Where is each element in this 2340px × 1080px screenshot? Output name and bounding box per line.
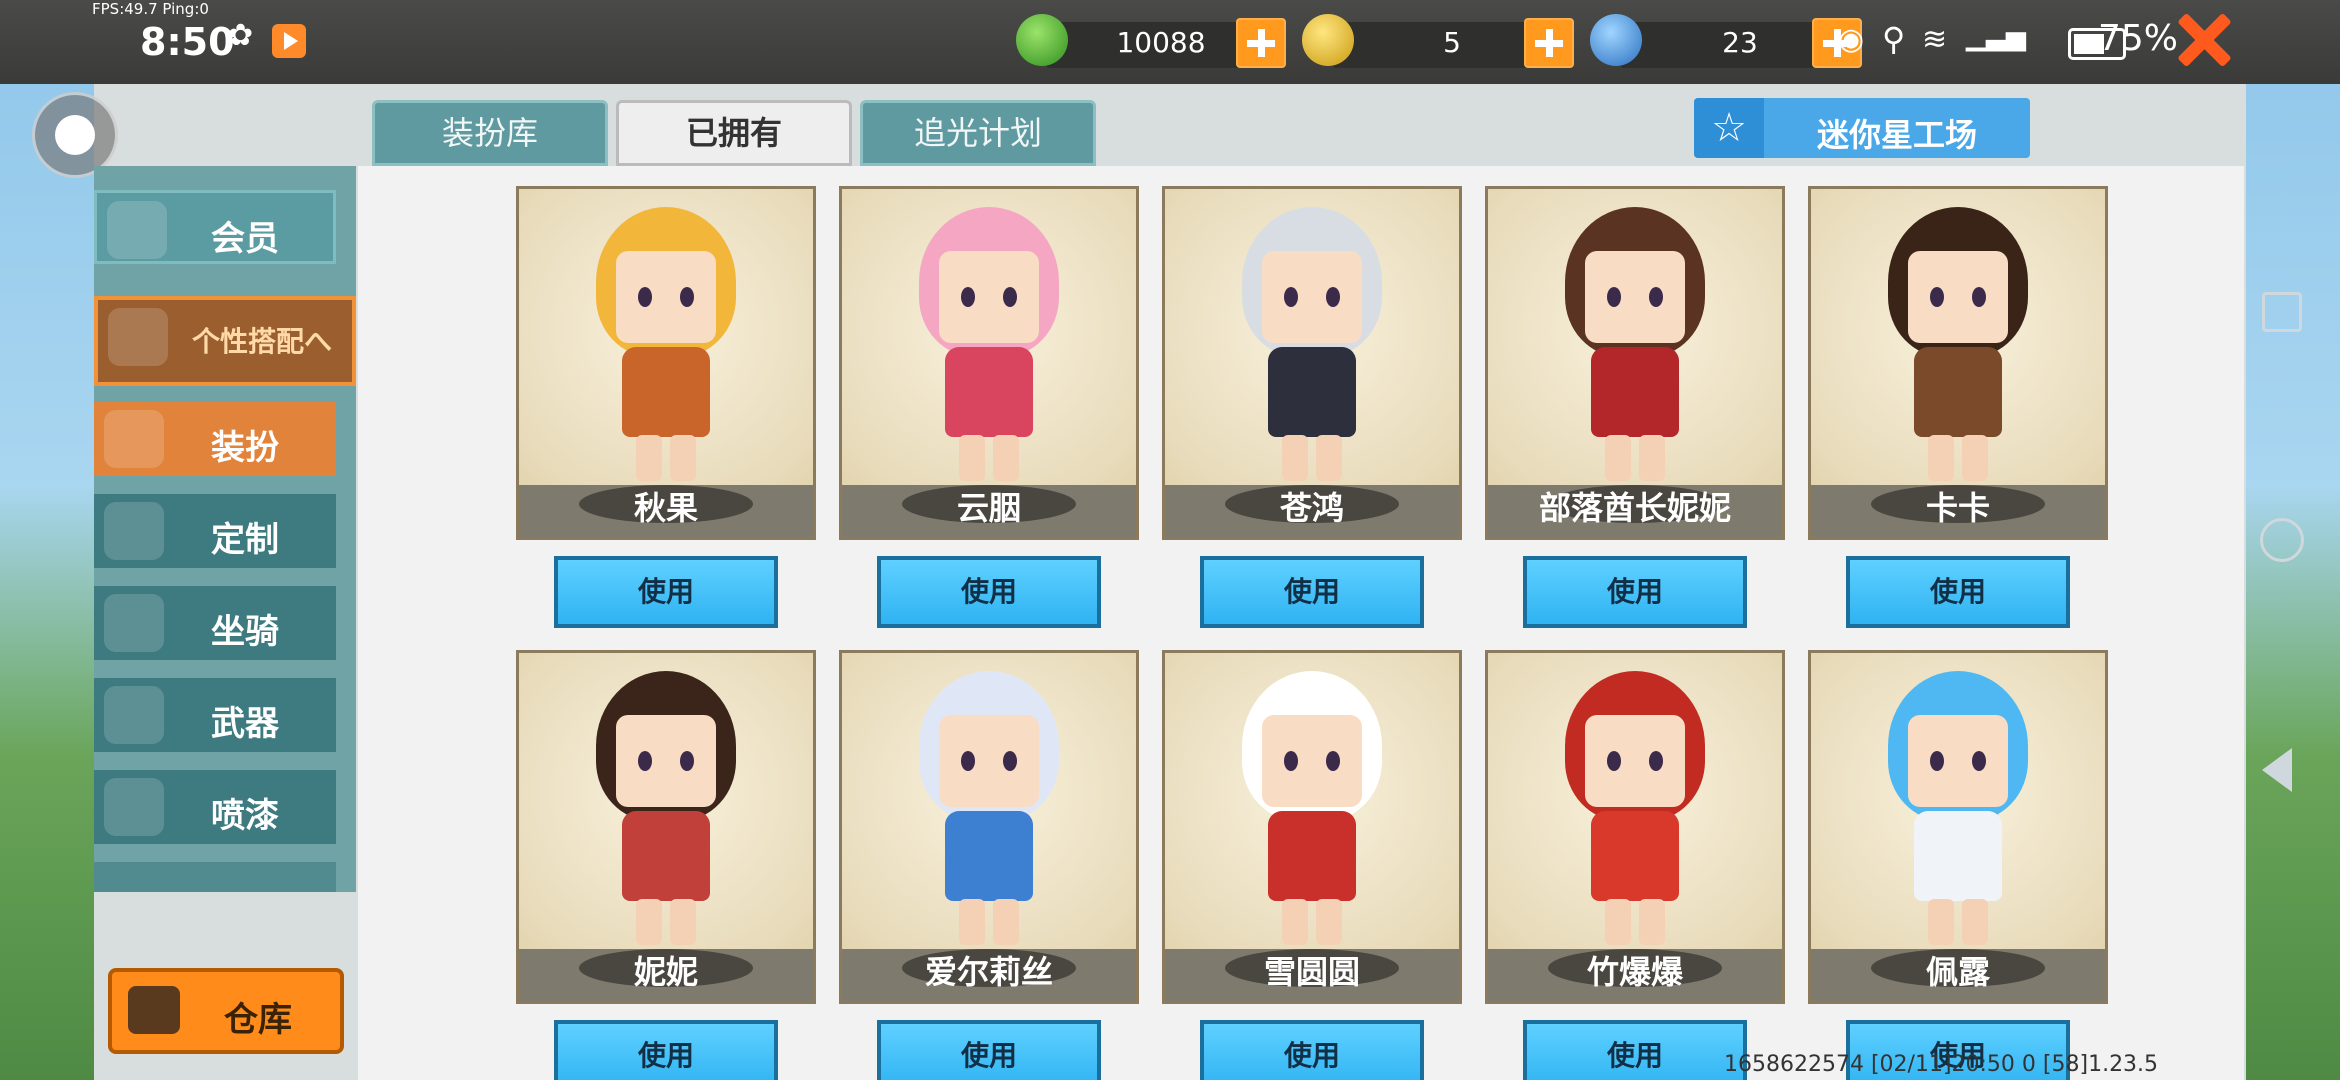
skin-name: 苍鸿 — [1279, 489, 1344, 527]
skin-card[interactable]: 苍鸿 — [1162, 186, 1462, 540]
use-skin-button[interactable]: 使用 — [1523, 556, 1747, 628]
battery-percent: 75% — [2098, 18, 2179, 59]
point-count: 23 — [1722, 26, 1758, 59]
star-icon: ☆ — [1694, 98, 1764, 158]
skin-card[interactable]: 部落酋长妮妮 — [1485, 186, 1785, 540]
skin-name: 卡卡 — [1925, 489, 1990, 527]
video-app-icon — [272, 24, 306, 58]
skin-name: 妮妮 — [633, 953, 698, 991]
skin-figure — [1535, 207, 1735, 487]
recent-apps-icon[interactable] — [2262, 292, 2302, 332]
point-icon — [1590, 14, 1642, 66]
tab-wardrobe-library[interactable]: 装扮库 — [372, 100, 608, 166]
sidebar-item-personal-style[interactable]: 个性搭配へ — [94, 296, 356, 386]
use-skin-button[interactable]: 使用 — [1200, 1020, 1424, 1080]
sidebar-item-weapon[interactable]: 武器 — [94, 678, 336, 752]
mini-star-workshop-button[interactable]: ☆ 迷你星工场 — [1694, 98, 2030, 158]
bean-icon — [1016, 14, 1068, 66]
bean-count: 10088 — [1116, 26, 1206, 59]
skin-name: 佩露 — [1925, 953, 1990, 991]
sidebar-item-mount[interactable]: 坐骑 — [94, 586, 336, 660]
coin-icon — [1302, 14, 1354, 66]
tab-owned[interactable]: 已拥有 — [616, 100, 852, 166]
skin-figure — [566, 207, 766, 487]
sidebar-item-custom[interactable]: 定制 — [94, 494, 336, 568]
skin-figure — [889, 207, 1089, 487]
build-info: 1658622574 [02/11]20:50 0 [58]1.23.5 — [1724, 1052, 2159, 1077]
skin-figure — [1212, 207, 1412, 487]
skin-card[interactable]: 雪圆圆 — [1162, 650, 1462, 1004]
close-icon[interactable] — [2174, 10, 2234, 70]
currency-point: 23 — [1590, 14, 1862, 68]
fps-readout: FPS:49.7 Ping:0 — [92, 0, 209, 18]
skin-card[interactable]: 竹爆爆 — [1485, 650, 1785, 1004]
location-icon: ⚲ — [1882, 20, 1906, 58]
currency-bean: 10088 — [1016, 14, 1286, 68]
currency-coin: 5 — [1302, 14, 1574, 68]
skin-figure — [889, 671, 1089, 951]
coin-count: 5 — [1443, 26, 1461, 59]
use-skin-button[interactable]: 使用 — [877, 1020, 1101, 1080]
eye-icon: ◉ — [1838, 22, 1865, 57]
use-skin-button[interactable]: 使用 — [1846, 556, 2070, 628]
sidebar-item-outfit[interactable]: 装扮 — [94, 402, 336, 476]
back-icon[interactable] — [2262, 748, 2292, 792]
sidebar-item-vip[interactable]: 会员 — [94, 190, 336, 264]
wechat-icon: ✿ — [228, 18, 254, 53]
sidebar-item-spray[interactable]: 喷漆 — [94, 770, 336, 844]
sidebar: 会员 个性搭配へ 装扮 定制 坐骑 武器 喷漆 — [94, 166, 356, 892]
skin-name: 雪圆圆 — [1263, 953, 1360, 991]
workshop-label: 迷你星工场 — [1816, 116, 1977, 154]
skin-name: 部落酋长妮妮 — [1538, 489, 1731, 527]
skin-figure — [1858, 207, 2058, 487]
skin-figure — [1535, 671, 1735, 951]
skin-card[interactable]: 佩露 — [1808, 650, 2108, 1004]
skin-card[interactable]: 爱尔莉丝 — [839, 650, 1139, 1004]
add-coin-button[interactable] — [1524, 18, 1574, 68]
sidebar-item-more[interactable] — [94, 862, 336, 892]
skin-name: 秋果 — [633, 489, 698, 527]
skin-card[interactable]: 妮妮 — [516, 650, 816, 1004]
use-skin-button[interactable]: 使用 — [877, 556, 1101, 628]
status-bar: FPS:49.7 Ping:0 8:50 ✿ 10088 5 23 ◉ ⚲ ≋ … — [0, 0, 2340, 84]
use-skin-button[interactable]: 使用 — [1523, 1020, 1747, 1080]
skin-figure — [1858, 671, 2058, 951]
skin-name: 云胭 — [956, 489, 1021, 527]
skin-name: 竹爆爆 — [1586, 953, 1683, 991]
signal-icon: ▁▃▅ — [1966, 22, 2026, 52]
clock: 8:50 — [140, 20, 235, 64]
skin-figure — [1212, 671, 1412, 951]
add-bean-button[interactable] — [1236, 18, 1286, 68]
wifi-icon: ≋ — [1922, 22, 1948, 57]
home-icon[interactable] — [2260, 518, 2304, 562]
warehouse-button[interactable]: 仓库 — [108, 968, 344, 1054]
skin-name: 爱尔莉丝 — [924, 953, 1053, 991]
use-skin-button[interactable]: 使用 — [554, 556, 778, 628]
use-skin-button[interactable]: 使用 — [554, 1020, 778, 1080]
use-skin-button[interactable]: 使用 — [1200, 556, 1424, 628]
skin-figure — [566, 671, 766, 951]
skin-card[interactable]: 卡卡 — [1808, 186, 2108, 540]
skin-card[interactable]: 云胭 — [839, 186, 1139, 540]
owned-skins-grid: 秋果 使用 云胭 使用 苍鸿 使用 部落酋长妮妮 使用 卡卡 使用 妮妮 使用 爱尔莉丝 使用 雪圆圆 使用竹… — [358, 166, 2244, 1080]
tab-chasing-light[interactable]: 追光计划 — [860, 100, 1096, 166]
skin-card[interactable]: 秋果 — [516, 186, 816, 540]
